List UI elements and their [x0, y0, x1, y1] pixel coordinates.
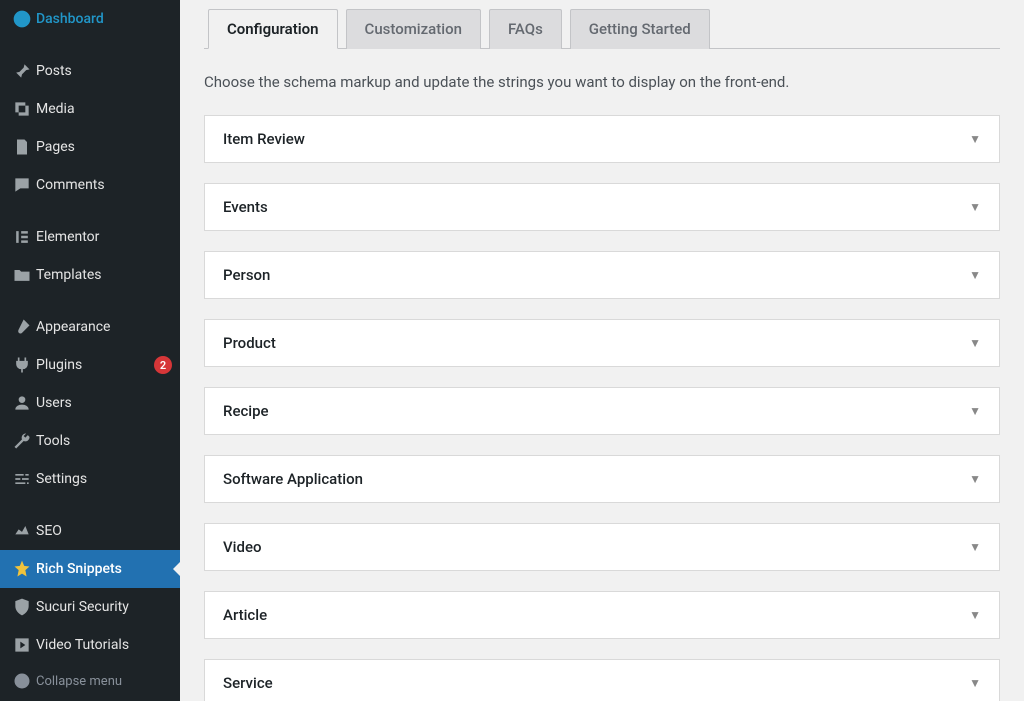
sidebar-item-elementor[interactable]: Elementor — [0, 218, 180, 256]
tab-label: Getting Started — [589, 20, 691, 38]
sidebar-item-sucuri[interactable]: Sucuri Security — [0, 588, 180, 626]
sidebar-item-label: Rich Snippets — [36, 561, 172, 577]
tab-label: FAQs — [508, 20, 543, 38]
schema-article[interactable]: Article ▼ — [204, 591, 1000, 639]
sidebar-item-comments[interactable]: Comments — [0, 166, 180, 204]
tab-configuration[interactable]: Configuration — [208, 9, 338, 49]
sidebar-item-label: Sucuri Security — [36, 599, 172, 615]
pin-icon — [8, 61, 36, 81]
schema-item-review[interactable]: Item Review ▼ — [204, 115, 1000, 163]
chevron-down-icon: ▼ — [969, 200, 981, 214]
pages-icon — [8, 137, 36, 157]
menu-separator — [0, 204, 180, 218]
admin-sidebar: Dashboard Posts Media Pages Comments Ele… — [0, 0, 180, 701]
intro-text: Choose the schema markup and update the … — [204, 73, 1000, 91]
sidebar-item-users[interactable]: Users — [0, 384, 180, 422]
shield-icon — [8, 597, 36, 617]
collapse-menu-label: Collapse menu — [36, 674, 172, 689]
menu-separator — [0, 498, 180, 512]
schema-service[interactable]: Service ▼ — [204, 659, 1000, 701]
sidebar-item-label: Settings — [36, 471, 172, 487]
schema-title: Video — [223, 538, 969, 556]
schema-software-application[interactable]: Software Application ▼ — [204, 455, 1000, 503]
chevron-down-icon: ▼ — [969, 540, 981, 554]
sidebar-item-label: Plugins — [36, 357, 148, 373]
schema-title: Product — [223, 334, 969, 352]
schema-title: Article — [223, 606, 969, 624]
schema-title: Service — [223, 674, 969, 692]
schema-events[interactable]: Events ▼ — [204, 183, 1000, 231]
sidebar-item-label: Tools — [36, 433, 172, 449]
update-count-badge: 2 — [154, 356, 172, 374]
wrench-icon — [8, 431, 36, 451]
sidebar-item-media[interactable]: Media — [0, 90, 180, 128]
schema-title: Software Application — [223, 470, 969, 488]
seo-icon — [8, 521, 36, 541]
sidebar-item-label: Appearance — [36, 319, 172, 335]
nav-tabs: Configuration Customization FAQs Getting… — [204, 8, 1000, 49]
sidebar-item-label: Video Tutorials — [36, 637, 172, 653]
sliders-icon — [8, 469, 36, 489]
play-icon — [8, 635, 36, 655]
schema-recipe[interactable]: Recipe ▼ — [204, 387, 1000, 435]
chevron-down-icon: ▼ — [969, 404, 981, 418]
schema-title: Events — [223, 198, 969, 216]
plug-icon — [8, 355, 36, 375]
chevron-down-icon: ▼ — [969, 268, 981, 282]
media-icon — [8, 99, 36, 119]
sidebar-item-posts[interactable]: Posts — [0, 52, 180, 90]
menu-separator — [0, 294, 180, 308]
chevron-down-icon: ▼ — [969, 676, 981, 690]
schema-title: Person — [223, 266, 969, 284]
user-icon — [8, 393, 36, 413]
sidebar-item-label: Comments — [36, 177, 172, 193]
sidebar-item-seo[interactable]: SEO — [0, 512, 180, 550]
schema-title: Recipe — [223, 402, 969, 420]
schema-product[interactable]: Product ▼ — [204, 319, 1000, 367]
sidebar-item-label: Elementor — [36, 229, 172, 245]
content-pane: Configuration Customization FAQs Getting… — [180, 0, 1024, 701]
sidebar-item-dashboard[interactable]: Dashboard — [0, 0, 180, 38]
menu-separator — [0, 38, 180, 52]
sidebar-item-label: Media — [36, 101, 172, 117]
sidebar-item-label: Dashboard — [36, 11, 172, 27]
chevron-down-icon: ▼ — [969, 608, 981, 622]
tab-label: Configuration — [227, 20, 319, 38]
sidebar-item-label: SEO — [36, 523, 172, 539]
sidebar-item-label: Posts — [36, 63, 172, 79]
chevron-down-icon: ▼ — [969, 336, 981, 350]
schema-title: Item Review — [223, 130, 969, 148]
sidebar-item-templates[interactable]: Templates — [0, 256, 180, 294]
sidebar-item-label: Pages — [36, 139, 172, 155]
star-icon — [8, 559, 36, 579]
chevron-down-icon: ▼ — [969, 132, 981, 146]
sidebar-item-label: Templates — [36, 267, 172, 283]
comments-icon — [8, 175, 36, 195]
sidebar-item-settings[interactable]: Settings — [0, 460, 180, 498]
tab-getting-started[interactable]: Getting Started — [570, 9, 710, 49]
sidebar-item-tools[interactable]: Tools — [0, 422, 180, 460]
collapse-menu[interactable]: Collapse menu — [0, 664, 180, 698]
dashboard-icon — [8, 9, 36, 29]
tab-faqs[interactable]: FAQs — [489, 9, 562, 49]
sidebar-item-label: Users — [36, 395, 172, 411]
brush-icon — [8, 317, 36, 337]
sidebar-item-rich-snippets[interactable]: Rich Snippets — [0, 550, 180, 588]
elementor-icon — [8, 227, 36, 247]
chevron-left-circle-icon — [8, 671, 36, 691]
schema-video[interactable]: Video ▼ — [204, 523, 1000, 571]
schema-person[interactable]: Person ▼ — [204, 251, 1000, 299]
sidebar-item-video-tutorials[interactable]: Video Tutorials — [0, 626, 180, 664]
sidebar-item-appearance[interactable]: Appearance — [0, 308, 180, 346]
sidebar-item-pages[interactable]: Pages — [0, 128, 180, 166]
sidebar-item-plugins[interactable]: Plugins 2 — [0, 346, 180, 384]
tab-label: Customization — [365, 20, 462, 38]
chevron-down-icon: ▼ — [969, 472, 981, 486]
folder-icon — [8, 265, 36, 285]
tab-customization[interactable]: Customization — [346, 9, 481, 49]
